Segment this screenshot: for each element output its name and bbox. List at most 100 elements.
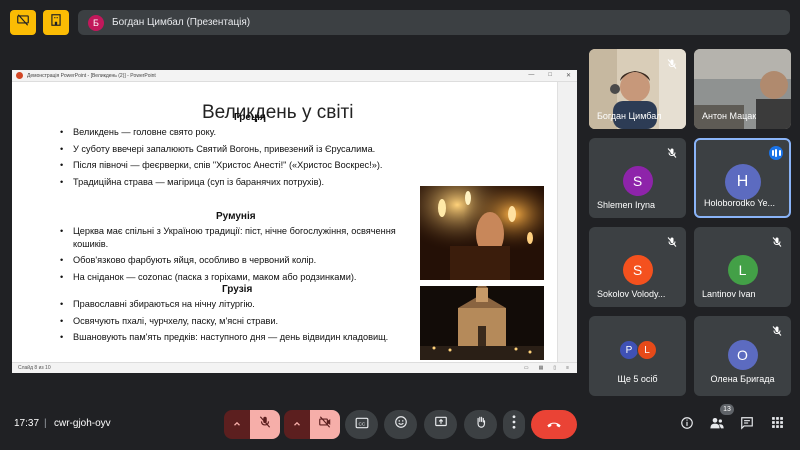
participants-count-badge: 13 bbox=[720, 404, 734, 415]
captions-icon: CC bbox=[355, 416, 369, 434]
chat-icon bbox=[740, 416, 754, 435]
svg-text:CC: CC bbox=[358, 421, 365, 426]
more-participants-tile[interactable]: P L Ще 5 осіб bbox=[589, 316, 686, 396]
menu-icon: ≡ bbox=[566, 365, 569, 371]
layout-button[interactable] bbox=[43, 10, 69, 35]
presenter-label: Богдан Цимбал (Презентація) bbox=[112, 17, 251, 28]
participant-tile[interactable]: Богдан Цимбал bbox=[589, 49, 686, 129]
participant-name: Олена Бригада bbox=[710, 374, 775, 384]
people-icon bbox=[709, 416, 725, 435]
speaking-indicator-icon bbox=[769, 146, 783, 160]
bullet-list-georgia: Православні збираються на нічну літургію… bbox=[60, 298, 410, 348]
bullet-item: У суботу ввечері запалюють Святий Вогонь… bbox=[60, 143, 410, 156]
avatar: P bbox=[619, 340, 639, 360]
apps-grid-icon bbox=[771, 416, 784, 434]
info-icon bbox=[680, 416, 694, 435]
raise-hand-button[interactable] bbox=[464, 410, 497, 439]
mic-off-icon bbox=[258, 415, 272, 434]
avatar: O bbox=[727, 340, 758, 370]
slide-area: Великдень у світі Греція Великдень — гол… bbox=[12, 82, 577, 362]
slide-title: Великдень у світі bbox=[202, 102, 354, 123]
hang-up-icon bbox=[546, 416, 562, 434]
present-icon bbox=[434, 415, 448, 434]
participant-tile[interactable]: S Sokolov Volody... bbox=[589, 227, 686, 307]
bullet-item: На сніданок — cozonac (паска з горіхами,… bbox=[60, 271, 410, 284]
avatar: H bbox=[724, 164, 761, 200]
chevron-up-icon bbox=[232, 416, 242, 434]
camera-off-icon bbox=[318, 415, 332, 434]
stop-presenting-button[interactable] bbox=[10, 10, 36, 35]
clock: 17:37 bbox=[14, 418, 40, 429]
avatar: S bbox=[622, 166, 653, 196]
church-photo bbox=[420, 286, 544, 360]
people-button[interactable] bbox=[708, 416, 726, 434]
meeting-details-button[interactable] bbox=[678, 416, 696, 434]
bullet-item: Вшановують пам'ять предків: наступного д… bbox=[60, 331, 410, 344]
mic-toggle-button[interactable] bbox=[250, 410, 280, 439]
participant-tile[interactable]: H Holoborodko Ye... bbox=[694, 138, 791, 218]
participant-name: Sokolov Volody... bbox=[597, 289, 666, 299]
bullet-list-romania: Церква має спільні з Україною традиції: … bbox=[60, 225, 410, 287]
presenter-avatar: Б bbox=[88, 14, 104, 31]
building-icon bbox=[49, 13, 63, 32]
chevron-up-icon bbox=[292, 416, 302, 434]
bullet-item: Традиційна страва — магірица (суп із бар… bbox=[60, 176, 410, 189]
participant-tile[interactable]: O Олена Бригада bbox=[694, 316, 791, 396]
reading-view-icon: ▯ bbox=[553, 365, 557, 371]
presenter-banner[interactable]: Б Богдан Цимбал (Презентація) bbox=[78, 10, 790, 35]
leave-call-button[interactable] bbox=[531, 410, 577, 439]
captions-button[interactable]: CC bbox=[345, 410, 378, 439]
participant-name: Shlemen Iryna bbox=[597, 200, 656, 210]
mic-off-icon bbox=[666, 235, 678, 247]
participant-tile[interactable]: S Shlemen Iryna bbox=[589, 138, 686, 218]
camera-toggle-button[interactable] bbox=[310, 410, 340, 439]
close-icon: ✕ bbox=[565, 73, 571, 79]
bullet-item: Великдень — головне свято року. bbox=[60, 126, 410, 139]
bullet-item: Після півночі — феєрверки, спів "Христос… bbox=[60, 159, 410, 172]
shared-screen: Демонстрація PowerPoint - [Великдень (2)… bbox=[12, 70, 577, 373]
mic-off-icon bbox=[771, 324, 783, 336]
section-heading-georgia: Грузія bbox=[222, 284, 253, 295]
present-screen-button[interactable] bbox=[424, 410, 457, 439]
more-options-button[interactable] bbox=[503, 410, 525, 439]
slide-scroll-region bbox=[557, 82, 577, 362]
screen-share-off-icon bbox=[16, 13, 30, 32]
participant-tile[interactable]: L Lantinov Ivan bbox=[694, 227, 791, 307]
emoji-icon bbox=[394, 415, 408, 434]
powerpoint-titlebar: Демонстрація PowerPoint - [Великдень (2)… bbox=[12, 70, 577, 82]
candle-photo bbox=[420, 186, 544, 280]
more-vert-icon bbox=[512, 415, 516, 434]
window-title: Демонстрація PowerPoint - [Великдень (2)… bbox=[27, 72, 156, 79]
avatar: S bbox=[622, 255, 653, 285]
separator: | bbox=[44, 418, 47, 429]
participant-name: Lantinov Ivan bbox=[702, 289, 756, 299]
activities-button[interactable] bbox=[768, 416, 786, 434]
sorter-view-icon: ▦ bbox=[538, 365, 544, 371]
minimize-icon: — bbox=[528, 72, 535, 78]
mic-off-icon bbox=[666, 57, 678, 69]
meeting-code: cwr-gjoh-oyv bbox=[54, 418, 111, 429]
participant-tile[interactable]: Антон Мацак bbox=[694, 49, 791, 129]
more-participants-label: Ще 5 осіб bbox=[617, 374, 658, 384]
slide: Великдень у світі Греція Великдень — гол… bbox=[12, 82, 557, 362]
audio-options-button[interactable] bbox=[224, 410, 250, 439]
bullet-item: Освячують пхалі, чурчхелу, паску, м'ясні… bbox=[60, 315, 410, 328]
avatar: L bbox=[727, 255, 758, 285]
avatar: L bbox=[637, 340, 657, 360]
mic-off-icon bbox=[771, 235, 783, 247]
chat-button[interactable] bbox=[738, 416, 756, 434]
maximize-icon: □ bbox=[548, 72, 552, 78]
slide-counter: Слайд 8 из 10 bbox=[18, 365, 51, 371]
meet-window: Б Богдан Цимбал (Презентація) Демонстрац… bbox=[0, 0, 800, 450]
section-heading-greece: Греція bbox=[234, 112, 266, 123]
video-options-button[interactable] bbox=[284, 410, 310, 439]
bullet-item: Православні збираються на нічну літургію… bbox=[60, 298, 410, 311]
powerpoint-logo-icon bbox=[16, 72, 23, 79]
emoji-reaction-button[interactable] bbox=[384, 410, 417, 439]
section-heading-romania: Румунія bbox=[216, 211, 256, 222]
participant-name: Антон Мацак bbox=[702, 111, 757, 121]
bullet-list-greece: Великдень — головне свято року. У суботу… bbox=[60, 126, 410, 192]
participant-name: Holoborodko Ye... bbox=[704, 198, 776, 208]
mic-off-icon bbox=[666, 146, 678, 158]
bullet-item: Обов'язково фарбують яйця, особливо в че… bbox=[60, 254, 410, 267]
